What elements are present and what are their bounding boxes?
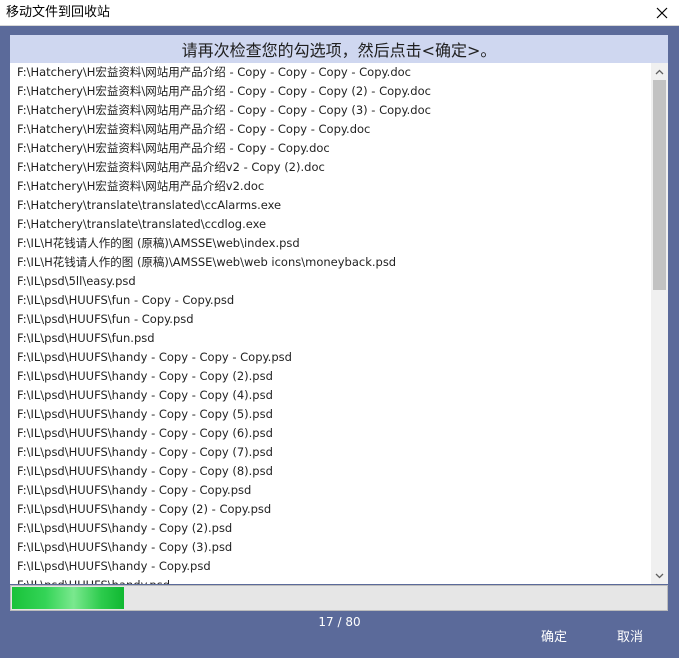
scroll-down-button[interactable]: [651, 567, 668, 584]
list-item[interactable]: F:\Hatchery\translate\translated\ccdlog.…: [10, 215, 650, 234]
list-item[interactable]: F:\IL\psd\HUUFS\handy - Copy (2).psd: [10, 519, 650, 538]
list-item[interactable]: F:\IL\psd\HUUFS\handy - Copy - Copy.psd: [10, 481, 650, 500]
chevron-up-icon: [655, 69, 664, 74]
list-item[interactable]: F:\IL\H花钱请人作的图 (原稿)\AMSSE\web\web icons\…: [10, 253, 650, 272]
list-item[interactable]: F:\IL\psd\HUUFS\fun - Copy.psd: [10, 310, 650, 329]
list-item[interactable]: F:\Hatchery\H宏益资料\网站用产品介绍 - Copy - Copy.…: [10, 139, 650, 158]
list-item[interactable]: F:\IL\psd\HUUFS\handy.psd: [10, 576, 650, 584]
list-item[interactable]: F:\Hatchery\H宏益资料\网站用产品介绍v2 - Copy (2).d…: [10, 158, 650, 177]
vertical-scrollbar[interactable]: [651, 63, 668, 584]
list-item[interactable]: F:\Hatchery\translate\translated\ccAlarm…: [10, 196, 650, 215]
scrollbar-thumb[interactable]: [653, 80, 666, 290]
cancel-button[interactable]: 取消: [617, 626, 643, 645]
ok-button[interactable]: 确定: [541, 626, 567, 645]
list-item[interactable]: F:\IL\psd\HUUFS\handy - Copy - Copy (5).…: [10, 405, 650, 424]
window-title: 移动文件到回收站: [6, 5, 111, 20]
list-item[interactable]: F:\IL\psd\HUUFS\handy - Copy - Copy (8).…: [10, 462, 650, 481]
list-item[interactable]: F:\IL\psd\HUUFS\handy - Copy - Copy (7).…: [10, 443, 650, 462]
list-item[interactable]: F:\IL\psd\HUUFS\fun - Copy - Copy.psd: [10, 291, 650, 310]
list-item[interactable]: F:\Hatchery\H宏益资料\网站用产品介绍 - Copy - Copy …: [10, 120, 650, 139]
file-list-panel: F:\Hatchery\H宏益资料\网站用产品介绍 - Copy - Copy …: [10, 63, 668, 584]
list-item[interactable]: F:\IL\psd\HUUFS\handy - Copy - Copy (4).…: [10, 386, 650, 405]
close-button[interactable]: [645, 0, 679, 26]
chevron-down-icon: [655, 573, 664, 578]
instruction-text: 请再次检查您的勾选项，然后点击<确定>。: [181, 41, 497, 60]
list-item[interactable]: F:\Hatchery\H宏益资料\网站用产品介绍v2.doc: [10, 177, 650, 196]
list-item[interactable]: F:\IL\psd\HUUFS\handy - Copy - Copy (6).…: [10, 424, 650, 443]
file-list[interactable]: F:\Hatchery\H宏益资料\网站用产品介绍 - Copy - Copy …: [10, 63, 650, 584]
progress-count: 17 / 80: [318, 615, 361, 629]
list-item[interactable]: F:\IL\psd\HUUFS\handy - Copy (3).psd: [10, 538, 650, 557]
list-item[interactable]: F:\IL\psd\HUUFS\handy - Copy (2) - Copy.…: [10, 500, 650, 519]
instruction-bar: 请再次检查您的勾选项，然后点击<确定>。: [10, 35, 668, 63]
list-item[interactable]: F:\IL\psd\5ll\easy.psd: [10, 272, 650, 291]
list-item[interactable]: F:\Hatchery\H宏益资料\网站用产品介绍 - Copy - Copy …: [10, 82, 650, 101]
scroll-up-button[interactable]: [651, 63, 668, 80]
progress-bar: [10, 585, 668, 611]
title-bar: 移动文件到回收站: [0, 0, 679, 26]
list-item[interactable]: F:\IL\psd\HUUFS\handy - Copy.psd: [10, 557, 650, 576]
recycle-dialog: 移动文件到回收站 请再次检查您的勾选项，然后点击<确定>。 F:\Hatcher…: [0, 0, 679, 658]
list-item[interactable]: F:\IL\H花钱请人作的图 (原稿)\AMSSE\web\index.psd: [10, 234, 650, 253]
close-icon: [656, 7, 668, 19]
list-item[interactable]: F:\IL\psd\HUUFS\handy - Copy - Copy (2).…: [10, 367, 650, 386]
list-item[interactable]: F:\Hatchery\H宏益资料\网站用产品介绍 - Copy - Copy …: [10, 63, 650, 82]
list-item[interactable]: F:\IL\psd\HUUFS\handy - Copy - Copy - Co…: [10, 348, 650, 367]
progress-fill: [12, 587, 124, 609]
list-item[interactable]: F:\IL\psd\HUUFS\fun.psd: [10, 329, 650, 348]
list-item[interactable]: F:\Hatchery\H宏益资料\网站用产品介绍 - Copy - Copy …: [10, 101, 650, 120]
